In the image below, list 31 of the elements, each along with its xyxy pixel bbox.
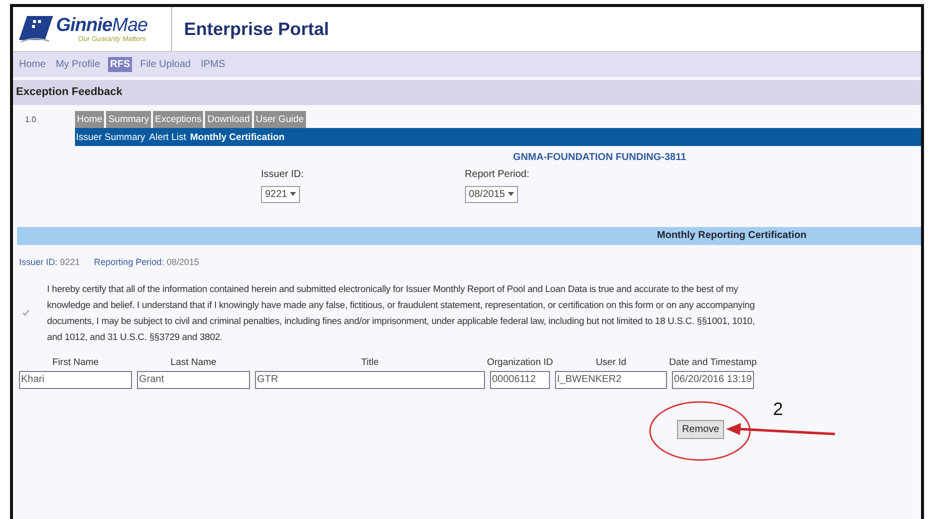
section-title-bar: Exception Feedback xyxy=(13,80,921,105)
reporting-period-text: Reporting Period: 08/2015 xyxy=(94,257,200,267)
nav-link[interactable]: Home xyxy=(17,57,48,72)
nav-link[interactable]: RFS xyxy=(108,57,132,72)
nav-link[interactable]: IPMS xyxy=(198,57,228,72)
field-label: Title xyxy=(361,357,379,368)
field-label: Date and Timestamp xyxy=(669,357,757,368)
subnav-link[interactable]: Issuer Summary xyxy=(76,132,146,142)
filter-label: Issuer ID: xyxy=(261,169,304,180)
nav-link[interactable]: File Upload xyxy=(138,57,193,72)
field-label: First Name xyxy=(52,357,99,368)
issuer-name: GNMA-FOUNDATION FUNDING-3811 xyxy=(513,151,688,163)
issuer-id-text: Issuer ID: 9221 xyxy=(19,257,80,267)
filter-label: Report Period: xyxy=(464,169,530,180)
certification-header-bar: Monthly Reporting Certification xyxy=(17,227,921,245)
subnav-link[interactable]: Alert List xyxy=(149,132,186,142)
version-label: 1.0 xyxy=(24,115,38,124)
dropdown[interactable]: 9221 xyxy=(261,186,300,203)
logo-wordmark: GinnieMae xyxy=(56,16,148,36)
field-label: Last Name xyxy=(170,357,216,368)
field-label: User Id xyxy=(596,357,626,368)
certification-statement: I hereby certify that all of the information contained herein and submitted electronically for Issuer Monthly Report of Pool and Loan Data is true and accurate to the best of my knowledge and belief. I understand that if I knowingly have made any false, fictitious, or fraudulent statement, representation, or certification on this form or on any accompanying documents, I may be subject to civil and criminal penalties, including fines and/or imprisonment, under applicable federal law, including but not limited to 18 U.S.C. §§1001, 1010, and 1012, and 31 U.S.C. §§3729 and 3802. xyxy=(47,282,756,344)
subnav-link[interactable]: Monthly Certification xyxy=(190,132,285,142)
caret-icon xyxy=(290,192,296,196)
field-label: Organization ID xyxy=(487,357,554,368)
caret-icon xyxy=(508,192,514,196)
dropdown[interactable]: 08/2015 xyxy=(464,186,518,203)
portal-title: Enterprise Portal xyxy=(183,18,330,41)
flag-logo-icon xyxy=(19,14,53,44)
annotation-number: 2 xyxy=(773,399,784,420)
nav-link[interactable]: My Profile xyxy=(54,57,102,72)
